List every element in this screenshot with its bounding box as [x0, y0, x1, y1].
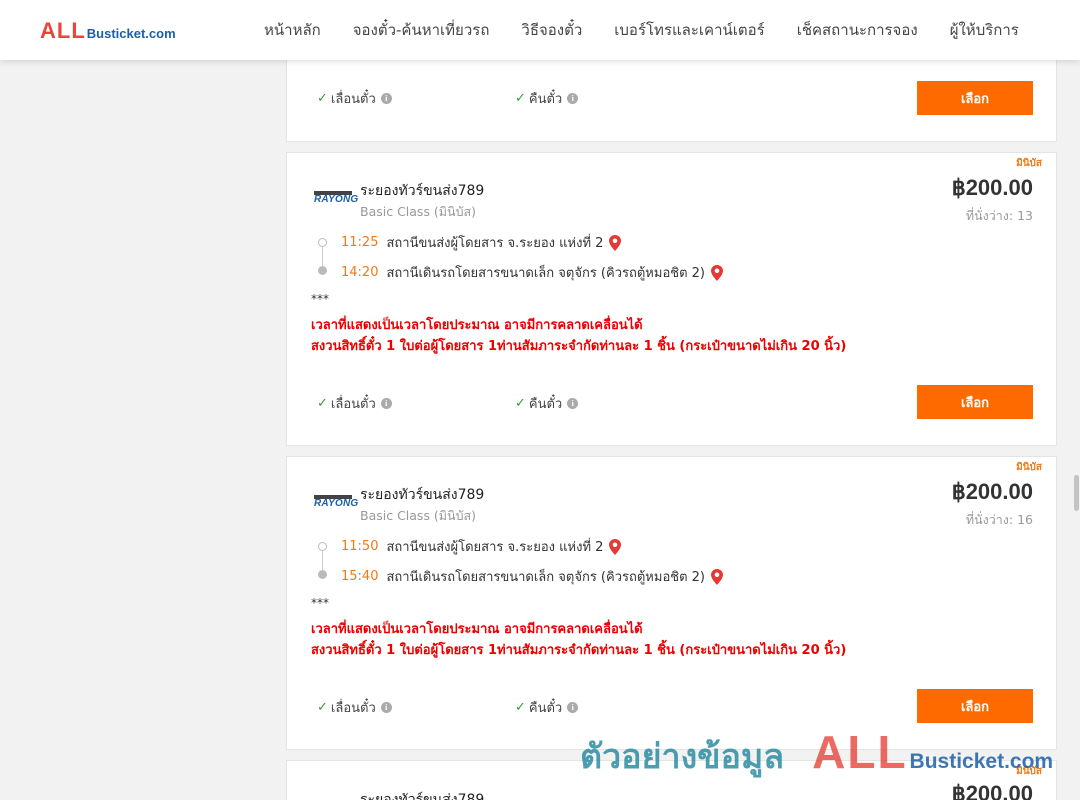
arrival-stop: 15:40 สถานีเดินรถโดยสารขนาดเล็ก จตุจักร … [341, 566, 723, 587]
operator-name: ระยองทัวร์ขนส่ง789 [360, 183, 485, 199]
check-icon: ✓ [515, 91, 526, 106]
arrival-time: 15:40 [341, 569, 379, 584]
reschedule-feature: ✓ เลื่อนตั๋ว i [317, 88, 392, 109]
trip-card-partial: มินิบัส ระยองทัวร์ขนส่ง789 ฿200.00 [286, 760, 1057, 800]
operator-logo-text: RAYONG [314, 194, 359, 205]
main-nav: หน้าหลัก จองตั๋ว-ค้นหาเที่ยวรถ วิธีจองตั… [248, 0, 1035, 60]
arrival-stop: 14:20 สถานีเดินรถโดยสารขนาดเล็ก จตุจักร … [341, 262, 723, 283]
seats-available: ที่นั่งว่าง: 13 [965, 208, 1033, 223]
trip-card: มินิบัส RAYONG ระยองทัวร์ขนส่ง789 Basic … [286, 456, 1057, 750]
departure-time: 11:50 [341, 539, 379, 554]
nav-check-status[interactable]: เช็คสถานะการจอง [781, 18, 934, 42]
info-icon[interactable]: i [380, 702, 392, 713]
note-time-warning: เวลาที่แสดงเป็นเวลาโดยประมาณ อาจมีการคลา… [311, 318, 643, 333]
arrival-station: สถานีเดินรถโดยสารขนาดเล็ก จตุจักร (คิวรถ… [386, 570, 705, 585]
select-button[interactable]: เลือก [917, 385, 1033, 419]
info-icon[interactable]: i [380, 398, 392, 409]
check-icon: ✓ [317, 91, 328, 106]
select-button[interactable]: เลือก [917, 689, 1033, 723]
scrollbar-thumb[interactable] [1074, 475, 1079, 511]
arrival-station: สถานีเดินรถโดยสารขนาดเล็ก จตุจักร (คิวรถ… [386, 266, 705, 281]
reschedule-feature: ✓ เลื่อนตั๋ว i [317, 697, 392, 718]
departure-station: สถานีขนส่งผู้โดยสาร จ.ระยอง แห่งที่ 2 [386, 236, 604, 251]
note-stars: *** [311, 596, 329, 610]
departure-station: สถานีขนส่งผู้โดยสาร จ.ระยอง แห่งที่ 2 [386, 540, 604, 555]
reschedule-label: เลื่อนตั๋ว [330, 92, 376, 107]
logo-all-text: ALL [40, 18, 86, 43]
route-timeline [318, 235, 328, 275]
operator-logo: RAYONG [314, 495, 359, 509]
nav-how-to-book[interactable]: วิธีจองตั๋ว [505, 18, 598, 42]
page-scrollbar[interactable] [1072, 60, 1080, 800]
info-icon[interactable]: i [567, 93, 579, 104]
operator-name: ระยองทัวร์ขนส่ง789 [360, 487, 485, 503]
trip-card: มินิบัส RAYONG ระยองทัวร์ขนส่ง789 Basic … [286, 152, 1057, 446]
nav-providers[interactable]: ผู้ให้บริการ [934, 18, 1035, 42]
check-icon: ✓ [515, 396, 526, 411]
departure-time: 11:25 [341, 235, 379, 250]
bus-class: Basic Class (มินิบัส) [360, 204, 477, 219]
refund-feature: ✓ คืนตั๋ว i [515, 393, 579, 414]
price: ฿200.00 [951, 479, 1033, 504]
map-pin-icon[interactable] [711, 264, 723, 281]
info-icon[interactable]: i [380, 93, 392, 104]
vehicle-type-badge: มินิบัส [1016, 158, 1042, 169]
departure-stop: 11:50 สถานีขนส่งผู้โดยสาร จ.ระยอง แห่งที… [341, 536, 622, 557]
info-icon[interactable]: i [567, 398, 579, 409]
departure-stop: 11:25 สถานีขนส่งผู้โดยสาร จ.ระยอง แห่งที… [341, 232, 622, 253]
seats-available: ที่นั่งว่าง: 16 [965, 512, 1033, 527]
refund-feature: ✓ คืนตั๋ว i [515, 697, 579, 718]
price: ฿200.00 [951, 175, 1033, 200]
reschedule-label: เลื่อนตั๋ว [330, 701, 376, 716]
logo-busticket-text: Busticket.com [86, 26, 176, 41]
refund-feature: ✓ คืนตั๋ว i [515, 88, 579, 109]
vehicle-type-badge: มินิบัส [1016, 462, 1042, 473]
refund-label: คืนตั๋ว [528, 92, 563, 107]
map-pin-icon[interactable] [711, 568, 723, 585]
operator-name: ระยองทัวร์ขนส่ง789 [360, 792, 485, 800]
nav-book-search[interactable]: จองตั๋ว-ค้นหาเที่ยวรถ [337, 18, 506, 42]
check-icon: ✓ [515, 700, 526, 715]
price: ฿200.00 [951, 781, 1033, 800]
map-pin-icon[interactable] [609, 234, 622, 251]
bus-class: Basic Class (มินิบัส) [360, 508, 477, 523]
operator-logo: RAYONG [314, 191, 359, 205]
reschedule-label: เลื่อนตั๋ว [330, 397, 376, 412]
refund-label: คืนตั๋ว [528, 397, 563, 412]
note-luggage-policy: สงวนสิทธิ์ตั๋ว 1 ใบต่อผู้โดยสาร 1ท่านสัม… [311, 339, 847, 354]
note-time-warning: เวลาที่แสดงเป็นเวลาโดยประมาณ อาจมีการคลา… [311, 622, 643, 637]
note-luggage-policy: สงวนสิทธิ์ตั๋ว 1 ใบต่อผู้โดยสาร 1ท่านสัม… [311, 643, 847, 658]
check-icon: ✓ [317, 700, 328, 715]
select-button[interactable]: เลือก [917, 81, 1033, 115]
reschedule-feature: ✓ เลื่อนตั๋ว i [317, 393, 392, 414]
refund-label: คืนตั๋ว [528, 701, 563, 716]
nav-phone-counter[interactable]: เบอร์โทรและเคาน์เตอร์ [598, 18, 780, 42]
operator-logo-text: RAYONG [314, 498, 359, 509]
vehicle-type-badge: มินิบัส [1016, 766, 1042, 777]
note-stars: *** [311, 292, 329, 306]
route-timeline [318, 539, 328, 579]
map-pin-icon[interactable] [609, 538, 622, 555]
nav-home[interactable]: หน้าหลัก [248, 18, 337, 42]
site-logo[interactable]: ALL Busticket.com [40, 18, 176, 44]
site-header: ALL Busticket.com หน้าหลัก จองตั๋ว-ค้นหา… [0, 0, 1080, 60]
info-icon[interactable]: i [567, 702, 579, 713]
check-icon: ✓ [317, 396, 328, 411]
arrival-time: 14:20 [341, 265, 379, 280]
